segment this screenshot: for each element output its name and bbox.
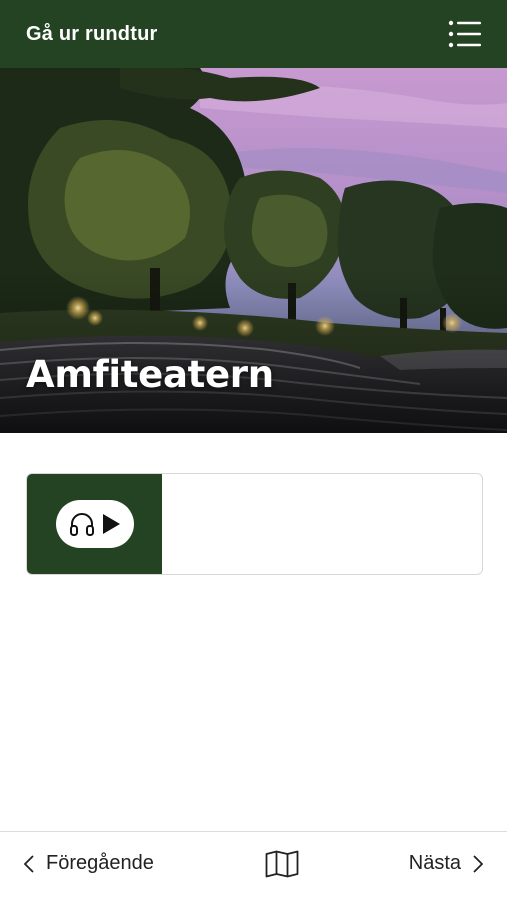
headphones-icon <box>69 513 94 536</box>
chevron-left-icon <box>24 854 34 873</box>
previous-label: Föregående <box>46 852 154 874</box>
map-icon <box>265 850 299 878</box>
location-title: Amfiteatern <box>26 353 274 396</box>
play-icon <box>102 514 120 534</box>
map-button[interactable] <box>265 850 299 883</box>
next-label: Nästa <box>408 852 461 874</box>
hero-image: Amfiteatern <box>0 68 507 433</box>
menu-button[interactable] <box>447 19 483 49</box>
menu-list-icon <box>448 20 481 48</box>
previous-button[interactable]: Föregående <box>24 852 154 875</box>
app-header: Gå ur rundtur <box>0 0 507 68</box>
chevron-right-icon <box>473 854 483 873</box>
audio-player-content <box>162 474 482 574</box>
exit-tour-link[interactable]: Gå ur rundtur <box>26 23 158 46</box>
audio-player-panel <box>27 474 162 574</box>
audio-player-card <box>26 473 483 575</box>
bottom-navigation: Föregående Nästa <box>0 831 507 900</box>
audio-play-button[interactable] <box>55 500 134 548</box>
next-button[interactable]: Nästa <box>409 852 483 875</box>
